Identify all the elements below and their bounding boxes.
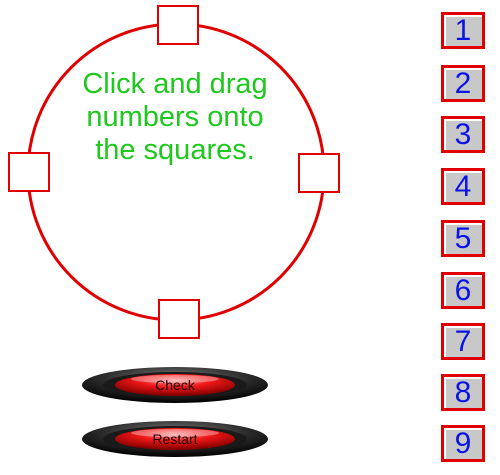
tile-number: 7 xyxy=(454,325,472,358)
number-tile-7[interactable]: 7 xyxy=(441,323,485,360)
tile-number: 6 xyxy=(454,274,472,307)
restart-button-label: Restart xyxy=(152,431,198,447)
tile-number: 8 xyxy=(454,376,472,409)
tile-number: 3 xyxy=(454,118,472,151)
instructions-text: Click and drag numbers onto the squares. xyxy=(82,68,268,166)
number-tile-1[interactable]: 1 xyxy=(441,12,485,49)
tile-number: 1 xyxy=(454,14,472,47)
check-button[interactable]: Check xyxy=(81,366,269,404)
number-tile-9[interactable]: 9 xyxy=(441,425,485,462)
drop-slot-bottom[interactable] xyxy=(158,299,200,339)
number-tile-8[interactable]: 8 xyxy=(441,374,485,411)
number-tile-4[interactable]: 4 xyxy=(441,168,485,205)
drop-slot-right[interactable] xyxy=(298,153,340,193)
number-tile-5[interactable]: 5 xyxy=(441,220,485,257)
tile-number: 9 xyxy=(454,427,472,460)
tile-number: 2 xyxy=(454,67,472,100)
game-board: Click and drag numbers onto the squares. xyxy=(0,0,360,360)
number-tile-3[interactable]: 3 xyxy=(441,116,485,153)
restart-button[interactable]: Restart xyxy=(81,420,269,458)
tile-number: 5 xyxy=(454,222,472,255)
number-tile-6[interactable]: 6 xyxy=(441,272,485,309)
check-button-label: Check xyxy=(155,377,195,393)
number-tile-2[interactable]: 2 xyxy=(441,65,485,102)
tile-number: 4 xyxy=(454,170,472,203)
drop-slot-top[interactable] xyxy=(157,5,199,45)
drop-slot-left[interactable] xyxy=(8,152,50,192)
